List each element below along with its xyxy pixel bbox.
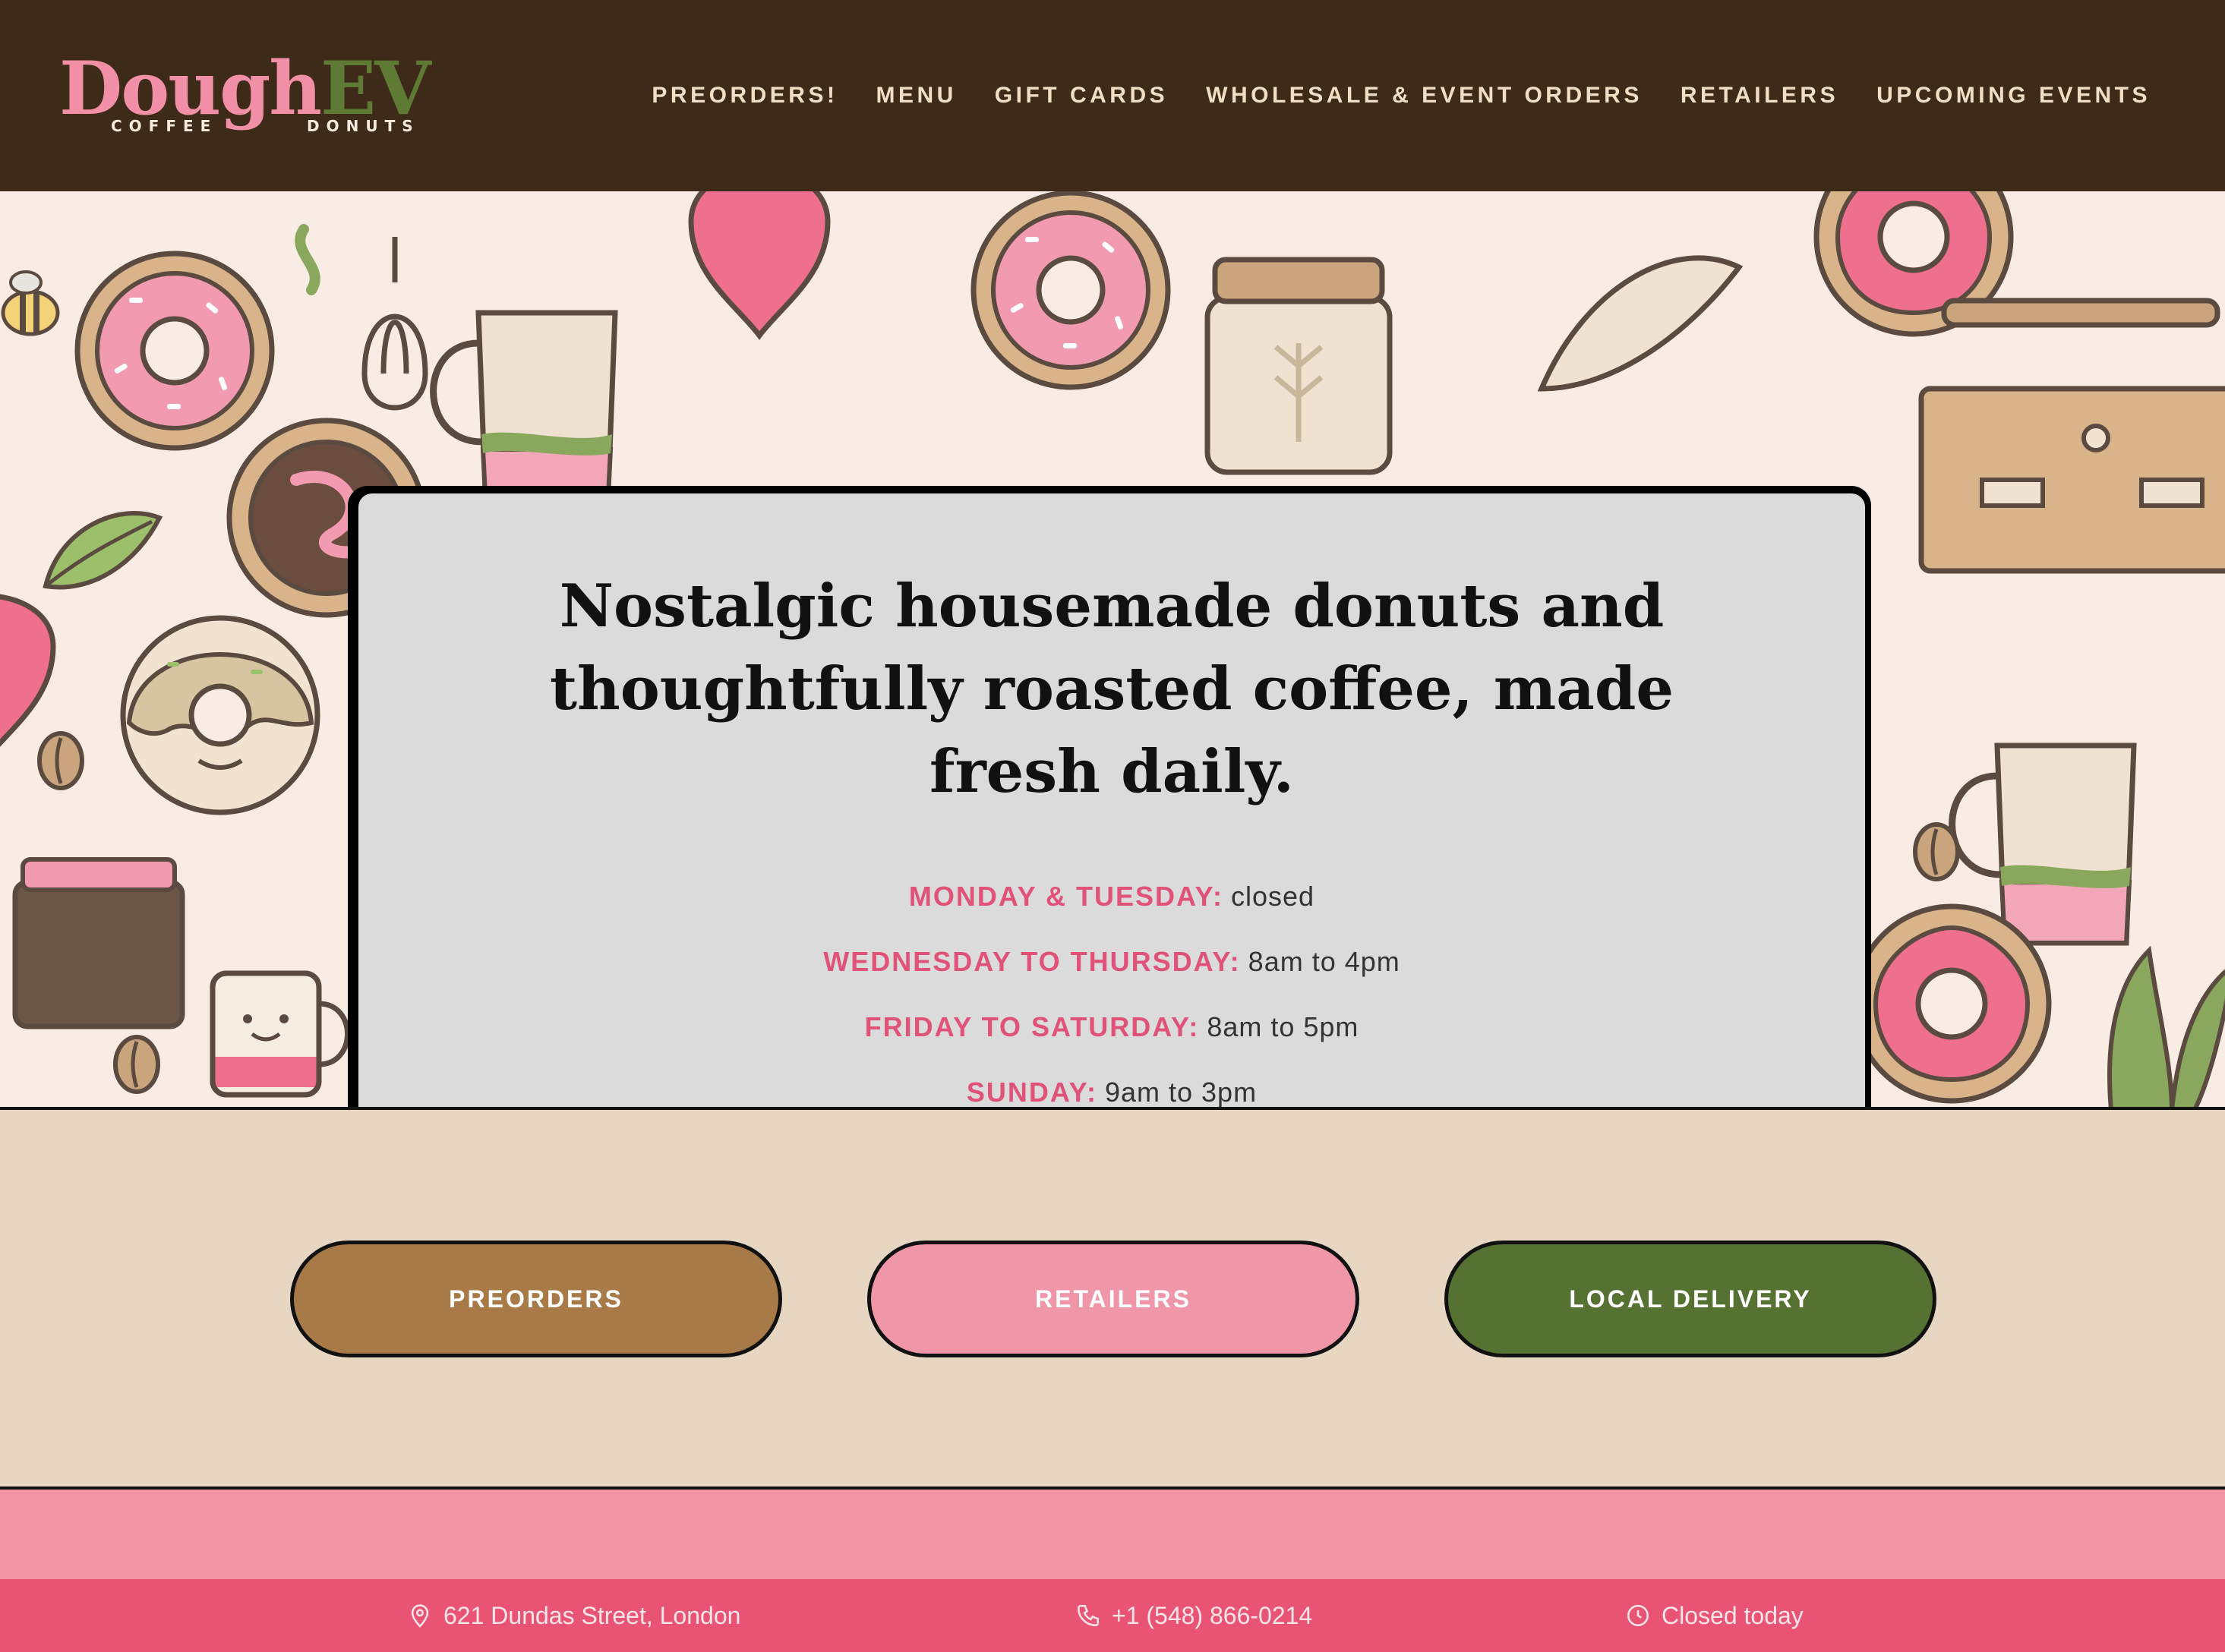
address-text: 621 Dundas Street, London [443,1601,741,1629]
nav-upcoming-events[interactable]: UPCOMING EVENTS [1876,83,2151,109]
site-header: DoughEV COFFEE DONUTS PREORDERS! MENU GI… [0,0,2225,191]
logo-sub-coffee: COFFEE [111,117,218,135]
hero-card: Nostalgic housemade donuts and thoughtfu… [354,489,1870,1108]
hero-section: Nostalgic housemade donuts and thoughtfu… [0,191,2225,1110]
logo-sub-donuts: DONUTS [307,117,420,135]
hours-day: MONDAY & TUESDAY: [908,881,1223,912]
opening-hours: MONDAY & TUESDAY: closed WEDNESDAY TO TH… [358,881,1865,1108]
hero-tagline-line: Nostalgic housemade donuts and [559,572,1665,641]
location-pin-icon [411,1604,429,1628]
address-item[interactable]: 621 Dundas Street, London [407,1579,740,1652]
hero-tagline: Nostalgic housemade donuts and thoughtfu… [358,565,1865,813]
local-delivery-button[interactable]: LOCAL DELIVERY [1444,1241,1936,1357]
hours-row-sunday: SUNDAY: 9am to 3pm [358,1077,1865,1108]
hours-time: 8am to 4pm [1248,946,1400,977]
hours-day: SUNDAY: [966,1077,1097,1108]
open-status-item: Closed today [1625,1579,1804,1652]
nav-wholesale-event-orders[interactable]: WHOLESALE & EVENT ORDERS [1206,83,1643,109]
hours-row-monday-tuesday: MONDAY & TUESDAY: closed [358,881,1865,946]
pink-divider-band [0,1490,2225,1579]
retailers-button[interactable]: RETAILERS [867,1241,1359,1357]
hours-day: FRIDAY TO SATURDAY: [864,1011,1200,1042]
info-bar: 621 Dundas Street, London +1 (548) 866-0… [0,1579,2225,1652]
preorders-button[interactable]: PREORDERS [290,1241,782,1357]
phone-icon [1077,1604,1100,1627]
hours-time: closed [1231,881,1315,912]
hero-tagline-line: thoughtfully roasted coffee, made [549,654,1674,724]
open-status-text: Closed today [1662,1601,1804,1629]
phone-item[interactable]: +1 (548) 866-0214 [1075,1579,1312,1652]
hours-row-wednesday-thursday: WEDNESDAY TO THURSDAY: 8am to 4pm [358,946,1865,1011]
hours-time: 9am to 3pm [1104,1077,1258,1108]
hero-tagline-line: fresh daily. [929,737,1294,806]
nav-menu[interactable]: MENU [876,83,956,109]
hours-row-friday-saturday: FRIDAY TO SATURDAY: 8am to 5pm [358,1011,1865,1077]
main-nav: PREORDERS! MENU GIFT CARDS WHOLESALE & E… [614,0,2151,191]
cta-section: PREORDERS RETAILERS LOCAL DELIVERY [0,1110,2225,1490]
hours-day: WEDNESDAY TO THURSDAY: [823,946,1241,977]
nav-retailers[interactable]: RETAILERS [1681,83,1838,109]
hours-time: 8am to 5pm [1207,1011,1359,1042]
clock-icon [1627,1604,1649,1627]
logo[interactable]: DoughEV COFFEE DONUTS [59,47,484,146]
nav-preorders[interactable]: PREORDERS! [652,83,838,109]
phone-text: +1 (548) 866-0214 [1112,1601,1313,1629]
nav-gift-cards[interactable]: GIFT CARDS [995,83,1168,109]
